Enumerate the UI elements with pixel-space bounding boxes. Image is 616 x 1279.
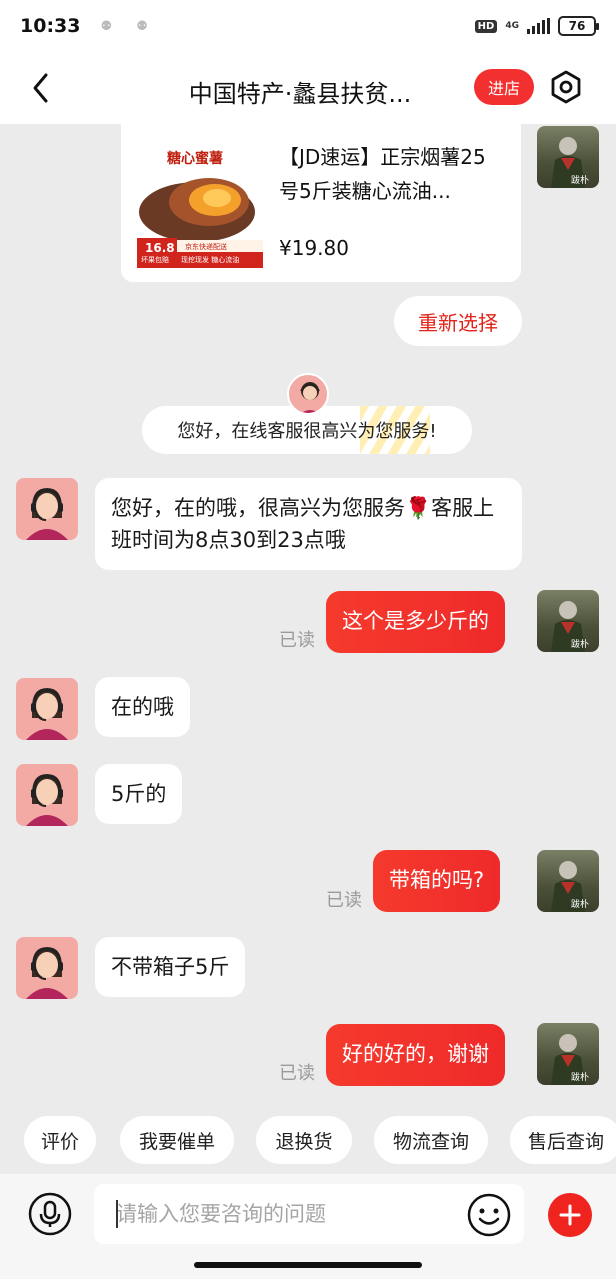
system-greeting-text: 您好，在线客服很高兴为您服务!	[177, 421, 437, 442]
user-avatar-image	[551, 861, 585, 912]
read-status: 已读	[326, 890, 362, 911]
enter-shop-button[interactable]: 进店	[474, 69, 534, 105]
status-bar: 10:33 ⚉ ⚉ HD 4G 76	[0, 0, 616, 52]
service-avatar[interactable]	[16, 937, 78, 999]
image-tag-top: 京东快递配送	[185, 243, 227, 251]
quick-action-review[interactable]: 评价	[24, 1116, 96, 1164]
back-button[interactable]	[24, 70, 60, 106]
status-time: 10:33	[20, 15, 81, 37]
message-bubble-incoming[interactable]: 5斤的	[95, 764, 183, 824]
agent-icon	[26, 947, 68, 999]
avatar-caption: 跋朴	[570, 176, 589, 186]
message-input[interactable]	[94, 1184, 524, 1244]
user-avatar-image	[551, 137, 585, 188]
chevron-left-icon	[33, 73, 48, 103]
microphone-icon	[28, 1192, 72, 1236]
agent-icon	[26, 774, 68, 826]
message-bubble-incoming[interactable]: 您好，在的哦，很高兴为您服务🌹客服上班时间为8点30到23点哦	[95, 478, 522, 570]
chat-area[interactable]: 糖心蜜薯 16.8 坏果包赔 京东快递配送 现挖现发 糖心流油 【JD速运】正宗…	[0, 124, 616, 1110]
chat-header: 中国特产·蠡县扶贫... 进店	[0, 52, 616, 124]
quick-action-after-sales[interactable]: 售后查询	[510, 1116, 616, 1164]
read-status: 已读	[279, 1063, 315, 1084]
message-bubble-outgoing[interactable]: 好的好的，谢谢	[326, 1024, 505, 1086]
image-banner-text: 糖心蜜薯	[167, 151, 223, 167]
notification-icons: ⚉ ⚉	[100, 18, 158, 34]
message-bubble-incoming[interactable]: 在的哦	[95, 677, 190, 737]
voice-button[interactable]	[28, 1192, 72, 1236]
text-caret	[116, 1200, 118, 1228]
user-avatar[interactable]: 跋朴	[537, 1023, 599, 1085]
message-bubble-incoming[interactable]: 不带箱子5斤	[95, 937, 246, 997]
status-right-icons: HD 4G 76	[474, 16, 599, 36]
avatar-caption: 跋朴	[570, 640, 589, 650]
service-avatar[interactable]	[16, 478, 78, 540]
agent-icon	[26, 488, 68, 540]
quick-action-logistics[interactable]: 物流查询	[374, 1116, 488, 1164]
agent-icon	[26, 688, 68, 740]
read-status: 已读	[279, 630, 315, 651]
hd-icon: HD	[474, 19, 498, 33]
product-image[interactable]: 糖心蜜薯 16.8 坏果包赔 京东快递配送 现挖现发 糖心流油	[137, 142, 263, 268]
avatar-caption: 跋朴	[570, 900, 589, 910]
network-type: 4G	[505, 20, 519, 31]
more-button[interactable]	[548, 1193, 592, 1237]
emoji-button[interactable]	[466, 1192, 512, 1238]
quick-action-return-exchange[interactable]: 退换货	[256, 1116, 352, 1164]
user-avatar-image	[551, 1034, 585, 1085]
quick-action-urge-order[interactable]: 我要催单	[120, 1116, 234, 1164]
service-avatar[interactable]	[16, 678, 78, 740]
user-avatar[interactable]: 跋朴	[537, 850, 599, 912]
input-bar	[0, 1174, 616, 1279]
product-title[interactable]: 【JD速运】正宗烟薯25号5斤装糖心流油...	[279, 140, 499, 208]
user-avatar-image	[551, 601, 585, 652]
image-price-tag: 16.8	[145, 241, 175, 255]
quick-actions-bar[interactable]: 评价 我要催单 退换货 物流查询 售后查询	[0, 1110, 616, 1172]
plus-icon	[559, 1204, 581, 1226]
signal-icon	[527, 18, 550, 34]
battery-icon: 76	[558, 16, 599, 36]
page-title: 中国特产·蠡县扶贫...	[188, 80, 412, 108]
hexagon-settings-icon	[551, 70, 581, 104]
message-bubble-outgoing[interactable]: 这个是多少斤的	[326, 591, 505, 653]
user-avatar[interactable]: 跋朴	[537, 126, 599, 188]
image-tag-right: 现挖现发 糖心流油	[181, 256, 240, 264]
reselect-button[interactable]: 重新选择	[394, 296, 522, 346]
service-avatar-small	[287, 373, 329, 415]
avatar-caption: 跋朴	[570, 1073, 589, 1083]
product-card[interactable]: 糖心蜜薯 16.8 坏果包赔 京东快递配送 现挖现发 糖心流油 【JD速运】正宗…	[121, 124, 521, 282]
message-bubble-outgoing[interactable]: 带箱的吗?	[373, 850, 501, 912]
smiley-icon	[467, 1193, 511, 1237]
image-tag-left: 坏果包赔	[141, 256, 169, 264]
user-avatar[interactable]: 跋朴	[537, 590, 599, 652]
home-indicator	[194, 1262, 422, 1268]
settings-button[interactable]	[548, 69, 584, 105]
product-price: ¥19.80	[279, 236, 349, 260]
service-avatar[interactable]	[16, 764, 78, 826]
